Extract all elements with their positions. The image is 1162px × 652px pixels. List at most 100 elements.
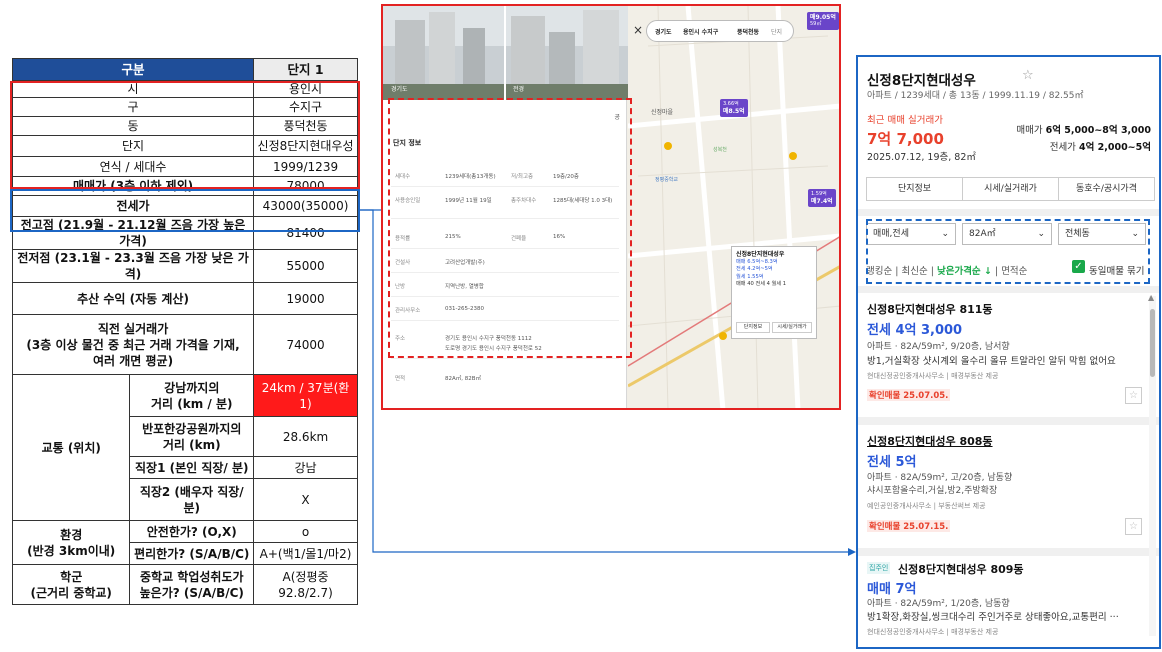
item-price: 전세 4억 3,000 bbox=[867, 323, 963, 338]
popup-line: 전세 4.2억~5억 bbox=[736, 266, 773, 272]
complex-photo: 경기도 전경 bbox=[383, 6, 628, 100]
complex-title: 신정8단지현대성우 bbox=[867, 73, 976, 89]
sale-range-value: 6억 5,000~8억 3,000 bbox=[1045, 125, 1151, 136]
price-marker[interactable]: 매9.05억 59㎡ bbox=[807, 12, 839, 30]
row-label: 직전 실거래가 (3층 이상 물건 중 최근 거래 가격을 기재, 여러 개면 … bbox=[11, 314, 255, 375]
popup-line: 매매 6.5억~8.3억 bbox=[736, 258, 778, 265]
complex-subtitle: 아파트 / 1239세대 / 총 13동 / 1999.11.19 / 82.5… bbox=[867, 91, 1084, 101]
listing-panel: 신정8단지현대성우 ☆ 아파트 / 1239세대 / 총 13동 / 1999.… bbox=[856, 55, 1161, 649]
section-divider bbox=[858, 417, 1159, 425]
row-value: 28.6km bbox=[253, 416, 358, 457]
label-line: (3층 이상 물건 중 최근 거래 가격을 기재, bbox=[26, 337, 240, 352]
row-value: o bbox=[253, 520, 358, 543]
row-divider bbox=[391, 358, 619, 359]
favorite-star-icon[interactable]: ☆ bbox=[1125, 387, 1142, 404]
close-icon[interactable]: × bbox=[633, 23, 643, 37]
label-line: 강남까지의 bbox=[164, 380, 220, 395]
item-confirmed: 확인매물 25.07.05. bbox=[867, 389, 951, 401]
item-agent: 현대신정공인중개사사무소 | 매경부동산 제공 bbox=[867, 372, 999, 380]
row-value: 강남 bbox=[253, 456, 358, 479]
label-line: 반포한강공원까지의 bbox=[142, 421, 242, 436]
label-line: 분) bbox=[183, 500, 201, 515]
breadcrumb-item[interactable]: 단지 bbox=[771, 27, 782, 36]
item-agent: 현대신정공인중개사사무소 | 매경부동산 제공 bbox=[867, 628, 999, 636]
label-line: (근거리 중학교) bbox=[30, 585, 112, 600]
recent-trade-date: 2025.07.12, 19층, 82㎡ bbox=[867, 152, 976, 163]
section-divider bbox=[858, 209, 1159, 216]
jeonse-range-value: 4억 2,000~5억 bbox=[1078, 142, 1151, 153]
favorite-star-icon[interactable]: ☆ bbox=[1022, 68, 1034, 83]
label-line: 높은가? (S/A/B/C) bbox=[139, 585, 244, 600]
item-name: 신정8단지현대성우 808동 bbox=[867, 435, 993, 448]
table-row: 추산 수익 (자동 계산) 19000 bbox=[11, 282, 358, 315]
item-price: 전세 5억 bbox=[867, 455, 917, 470]
header-col: 단지 1 bbox=[253, 58, 358, 81]
marker-price: 매8.5억 bbox=[723, 108, 745, 115]
list-scroll-thumb[interactable] bbox=[1150, 309, 1155, 377]
marker-price: 매7.4억 bbox=[811, 198, 833, 205]
section-divider bbox=[858, 286, 1159, 293]
map-roads bbox=[628, 6, 839, 408]
table-row: 전저점 (23.1월 - 23.3월 즈음 가장 낮은 가격) 55000 bbox=[11, 249, 358, 283]
tab-unit-price[interactable]: 동호수/공시가격 bbox=[1058, 177, 1155, 201]
red-dashed-highlight bbox=[388, 98, 632, 358]
label-line: 환경 bbox=[60, 527, 83, 542]
row-label: 추산 수익 (자동 계산) bbox=[11, 282, 255, 315]
tab-complex-info[interactable]: 단지정보 bbox=[866, 177, 963, 201]
item-name: 신정8단지현대성우 809동 bbox=[898, 563, 1024, 576]
item-detail: 방1확장,화장실,씽크대수리 주인거주로 상태좋아요,교통편리 ··· bbox=[867, 612, 1119, 623]
row-value: 55000 bbox=[253, 249, 358, 283]
building-photo bbox=[383, 6, 628, 100]
popup-counts: 매매 40 전세 4 월세 1 bbox=[736, 281, 787, 287]
row-label: 안전한가? (O,X) bbox=[129, 520, 255, 543]
jeonse-range-label: 전세가 bbox=[1049, 142, 1076, 153]
row-label: 직장2 (배우자 직장/ 분) bbox=[129, 478, 255, 521]
header-label: 구분 bbox=[11, 58, 255, 81]
item-detail: 방1,거실확장 샷시계외 올수리 올뮤 트알라인 알뒤 막힘 없어요 bbox=[867, 356, 1116, 367]
listing-item[interactable]: 신정8단지현대성우 811동 전세 4억 3,000 아파트 · 82A/59m… bbox=[858, 301, 1150, 419]
map-view[interactable] bbox=[628, 6, 839, 408]
map-place-label: 신정마을 bbox=[651, 109, 674, 116]
recent-trade-label: 최근 매매 실거래가 bbox=[867, 115, 943, 126]
item-confirmed: 확인매물 25.07.15. bbox=[867, 520, 951, 532]
tab-price[interactable]: 시세/실거래가 bbox=[962, 177, 1059, 201]
sale-range: 매매가 6억 5,000~8억 3,000 bbox=[1016, 122, 1151, 136]
favorite-star-icon[interactable]: ☆ bbox=[1125, 518, 1142, 535]
row-value: 19000 bbox=[253, 282, 358, 315]
marker-sub: 1.59억 bbox=[811, 191, 827, 197]
info-tabs: 단지정보 시세/실거래가 동호수/공시가격 bbox=[866, 177, 1155, 201]
price-marker[interactable]: 3.66억 매8.5억 bbox=[720, 99, 748, 117]
row-value-highlighted: 24km / 37분(환1) bbox=[253, 374, 358, 417]
marker-sub: 3.66억 bbox=[723, 101, 739, 107]
photo-label-left: 경기도 bbox=[391, 86, 408, 93]
marker-sub: 59㎡ bbox=[810, 21, 822, 27]
popup-price-button[interactable]: 시세/실거래가 bbox=[772, 322, 812, 333]
row-label: 반포한강공원까지의 거리 (km) bbox=[129, 416, 255, 457]
info-value: 82A㎡, 82B㎡ bbox=[445, 376, 482, 382]
breadcrumb-item[interactable]: 풍덕천동 bbox=[737, 27, 759, 36]
map-location-bar[interactable]: × 경기도 용인시 수지구 풍덕천동 단지 bbox=[633, 20, 794, 42]
item-agent: 예인공인중개사사무소 | 부동산써브 제공 bbox=[867, 502, 986, 510]
scroll-up-icon[interactable]: ▲ bbox=[1148, 293, 1154, 302]
price-marker[interactable]: 1.59억 매7.4억 bbox=[808, 189, 836, 207]
popup-complex-info-button[interactable]: 단지정보 bbox=[736, 322, 770, 333]
item-detail: 샤시포함올수리,거실,방2,주방확장 bbox=[867, 486, 998, 496]
row-label: 전저점 (23.1월 - 23.3월 즈음 가장 낮은 가격) bbox=[11, 249, 255, 283]
recent-trade-price: 7억 7,000 bbox=[867, 130, 944, 148]
row-value: 74000 bbox=[253, 314, 358, 375]
env-group-label: 환경 (반경 3km이내) bbox=[11, 520, 131, 565]
breadcrumb-item[interactable]: 용인시 수지구 bbox=[683, 27, 718, 36]
label-line: 직전 실거래가 bbox=[97, 321, 169, 336]
listing-item[interactable]: 집주인 신정8단지현대성우 809동 매매 7억 아파트 · 82A/59m²,… bbox=[858, 561, 1150, 647]
item-desc: 아파트 · 82A/59m², 9/20층, 남서향 bbox=[867, 342, 1010, 352]
breadcrumb-item[interactable]: 경기도 bbox=[655, 27, 672, 36]
label-line: 여러 개면 평균) bbox=[92, 353, 174, 368]
listing-item[interactable]: 신정8단지현대성우 808동 전세 5억 아파트 · 82A/59m², 고/2… bbox=[858, 433, 1150, 551]
row-label: 편리한가? (S/A/B/C) bbox=[129, 542, 255, 565]
row-value: A+(백1/몰1/마2) bbox=[253, 542, 358, 565]
item-name: 신정8단지현대성우 811동 bbox=[867, 303, 993, 316]
row-label: 중학교 학업성취도가 높은가? (S/A/B/C) bbox=[129, 564, 255, 605]
complex-popup[interactable]: 신정8단지현대성우 매매 6.5억~8.3억 전세 4.2억~5억 월세 1.5… bbox=[731, 246, 817, 339]
row-label: 강남까지의 거리 (km / 분) bbox=[129, 374, 255, 417]
label-line: 거리 (km / 분) bbox=[151, 396, 233, 411]
